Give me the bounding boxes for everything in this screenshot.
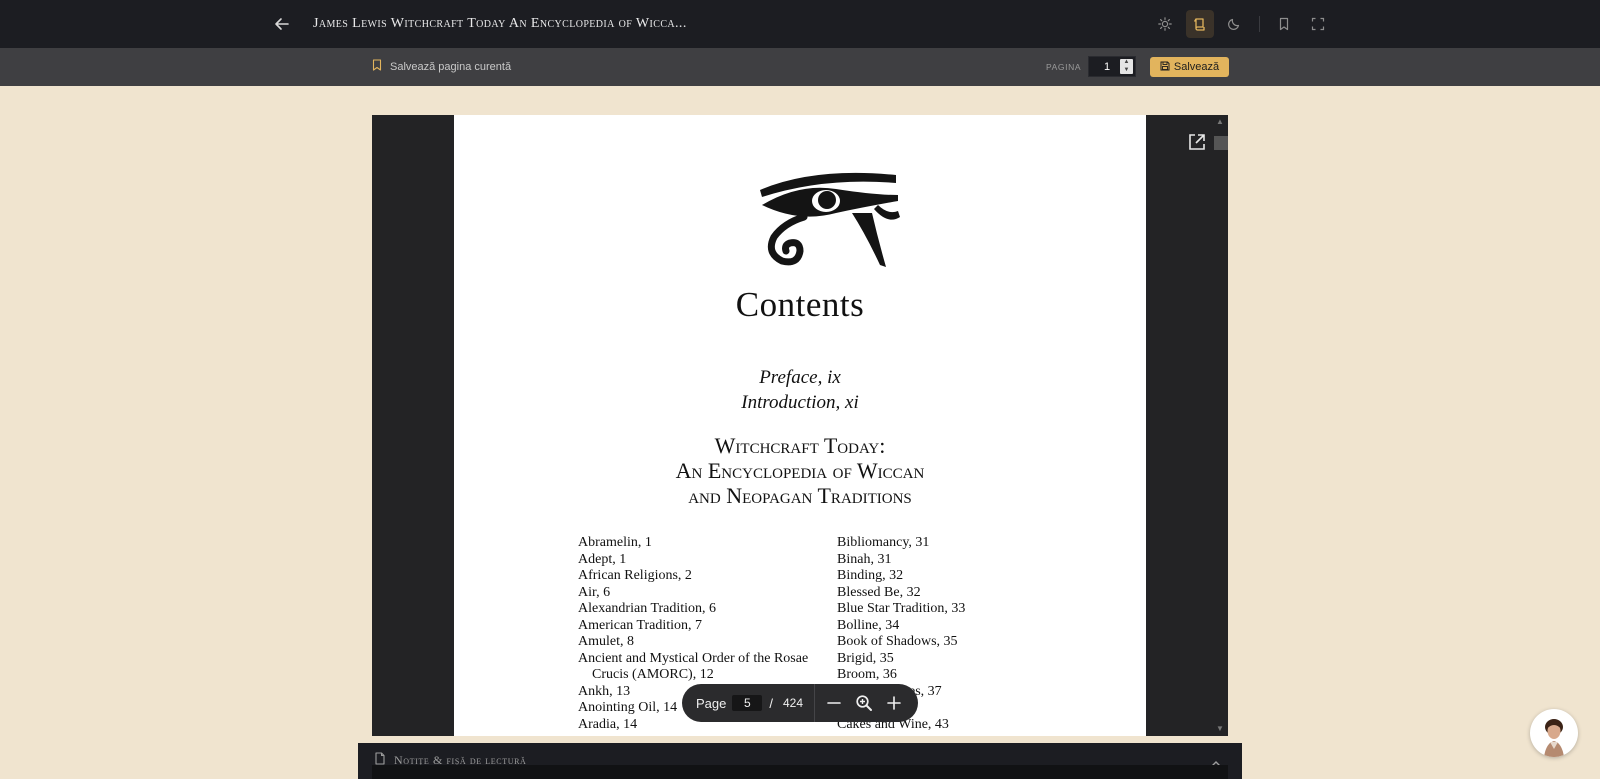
- current-page-input[interactable]: 5: [732, 695, 763, 711]
- scroll-up-arrow-icon[interactable]: ▲: [1216, 117, 1224, 126]
- save-current-page-button[interactable]: Salvează pagina curentă: [372, 59, 511, 74]
- total-pages: 424: [783, 696, 804, 710]
- page-label: Page: [696, 695, 727, 711]
- top-bar: James Lewis Witchcraft Today An Encyclop…: [0, 0, 1600, 48]
- contents-entry: Alexandrian Tradition, 6: [578, 601, 717, 616]
- zoom-icon[interactable]: [849, 688, 879, 718]
- book-mode-icon[interactable]: [1186, 10, 1214, 38]
- book-main-title: Witchcraft Today: An Encyclopedia of Wic…: [454, 433, 1146, 508]
- contents-entry: Book of Shadows, 35: [837, 634, 958, 649]
- save-bar: Salvează pagina curentă PAGINA 1 ▲ ▼ Salv…: [0, 48, 1600, 86]
- preface-line: Preface, ix: [759, 367, 841, 388]
- pdf-viewer[interactable]: Contents Preface, ix Introduction, xi Wi…: [372, 115, 1228, 736]
- page-label: PAGINA: [1046, 62, 1082, 72]
- contents-entry: Air, 6: [578, 584, 611, 600]
- open-external-icon[interactable]: [1187, 132, 1207, 152]
- contents-entry: Crucis (AMORC), 12: [592, 667, 714, 682]
- save-button[interactable]: Salvează: [1150, 57, 1229, 77]
- page-number-input[interactable]: 1 ▲ ▼: [1088, 56, 1136, 77]
- book-title-line: An Encyclopedia of Wiccan: [675, 458, 925, 483]
- toolbar-divider: [1259, 16, 1260, 32]
- contents-entry: Adept, 1: [578, 551, 627, 567]
- sun-icon[interactable]: [1151, 10, 1179, 38]
- introduction-line: Introduction, xi: [741, 392, 859, 413]
- contents-entry: Amulet, 8: [578, 634, 634, 649]
- zoom-out-icon[interactable]: [819, 688, 849, 718]
- contents-entry: Binding, 32: [837, 568, 904, 583]
- contents-entry: Binah, 31: [837, 551, 892, 567]
- book-title-line: and Neopagan Traditions: [688, 483, 912, 508]
- contents-heading: Contents: [735, 285, 865, 324]
- contents-entry: Abramelin, 1: [578, 535, 652, 550]
- scrollbar-thumb[interactable]: [1214, 136, 1228, 150]
- contents-entry: Blue Star Tradition, 33: [837, 601, 966, 616]
- fullscreen-icon[interactable]: [1304, 10, 1332, 38]
- floppy-disk-icon: [1160, 61, 1170, 74]
- pdf-page-toolbar: Page 5 / 424: [682, 684, 918, 722]
- bookmark-icon[interactable]: [1270, 10, 1298, 38]
- book-title: James Lewis Witchcraft Today An Encyclop…: [313, 16, 687, 31]
- assistant-avatar[interactable]: [1530, 709, 1578, 757]
- back-arrow-icon[interactable]: [272, 14, 292, 34]
- contents-entry: Ancient and Mystical Order of the Rosae: [578, 650, 809, 666]
- page-separator: /: [769, 695, 773, 711]
- contents-entry: Blessed Be, 32: [837, 584, 921, 600]
- eye-of-horus-icon: [760, 172, 900, 267]
- contents-entry: Bolline, 34: [837, 617, 900, 633]
- page-number-value: 1: [1103, 60, 1111, 73]
- save-current-page-label: Salvează pagina curentă: [390, 60, 512, 73]
- contents-entry: African Religions, 2: [578, 568, 692, 583]
- page-stepper[interactable]: ▲ ▼: [1120, 59, 1133, 74]
- notes-content-strip: [372, 765, 1228, 779]
- contents-entry: Brigid, 35: [837, 650, 894, 666]
- notes-panel: Notițe & fișă de lectură: [358, 743, 1242, 779]
- save-button-label: Salvează: [1173, 61, 1220, 73]
- moon-icon[interactable]: [1220, 10, 1248, 38]
- book-title-line: Witchcraft Today:: [714, 433, 886, 458]
- scroll-down-arrow-icon[interactable]: ▼: [1216, 724, 1224, 733]
- zoom-in-icon[interactable]: [879, 688, 909, 718]
- contents-entry: Bibliomancy, 31: [837, 535, 930, 550]
- bookmark-outline-icon: [372, 59, 382, 74]
- contents-entry: American Tradition, 7: [578, 617, 703, 633]
- pdf-page: Contents Preface, ix Introduction, xi Wi…: [454, 115, 1146, 736]
- toolbar-divider: [814, 684, 816, 722]
- contents-entry: Broom, 36: [837, 667, 897, 682]
